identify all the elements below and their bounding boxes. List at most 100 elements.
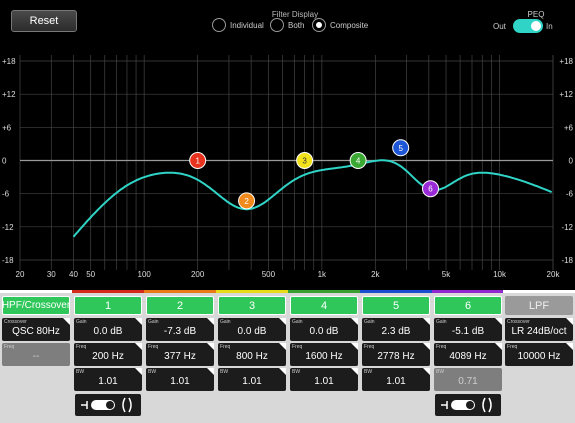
- peq-toggle[interactable]: [513, 19, 543, 33]
- band-node-label: 5: [398, 144, 403, 153]
- freq-value: 2778 Hz: [377, 351, 415, 362]
- lpf-freq-label: Freq: [507, 344, 518, 350]
- lpf-crossover-control[interactable]: Crossover LR 24dB/oct: [505, 318, 573, 341]
- y-tick-label-left: -18: [2, 256, 14, 265]
- hpf-crossover-value: QSC 80Hz: [12, 326, 60, 337]
- band-node-label: 4: [356, 157, 361, 166]
- shelf-filter-icon: [441, 397, 492, 413]
- band3-color-bar: [216, 290, 288, 293]
- hpf-crossover-control[interactable]: Crossover QSC 80Hz: [2, 318, 70, 341]
- band-controls-panel: HPF/Crossover Crossover QSC 80Hz Freq --…: [0, 290, 575, 423]
- lpf-color-bar: [503, 290, 575, 293]
- freq-label: Freq: [148, 344, 159, 350]
- corner-indicator-icon: [351, 343, 358, 350]
- band-1-gain-control[interactable]: Gain 0.0 dB: [74, 318, 142, 341]
- band-2-bw-control[interactable]: BW 1.01: [146, 368, 214, 391]
- corner-indicator-icon: [423, 318, 430, 325]
- top-bar: Reset Filter Display Individual Both Com…: [0, 0, 575, 40]
- corner-indicator-icon: [135, 368, 142, 375]
- both-label: Both: [288, 21, 305, 30]
- band-6-header-button[interactable]: 6: [434, 296, 502, 315]
- hpf-freq-control[interactable]: Freq --: [2, 343, 70, 366]
- y-tick-label-left: 0: [2, 157, 7, 166]
- freq-value: 800 Hz: [236, 351, 268, 362]
- freq-label: Freq: [292, 344, 303, 350]
- bw-value: 1.01: [314, 376, 334, 387]
- band-3-gain-control[interactable]: Gain 0.0 dB: [218, 318, 286, 341]
- both-radio[interactable]: [270, 18, 284, 32]
- bw-label: BW: [148, 369, 157, 375]
- band-3-freq-control[interactable]: Freq 800 Hz: [218, 343, 286, 366]
- y-tick-label-right: -18: [561, 256, 573, 265]
- corner-indicator-icon: [279, 343, 286, 350]
- band-4-freq-control[interactable]: Freq 1600 Hz: [290, 343, 358, 366]
- band-2-gain-control[interactable]: Gain -7.3 dB: [146, 318, 214, 341]
- corner-indicator-icon: [351, 318, 358, 325]
- bw-value: 1.01: [242, 376, 262, 387]
- bw-value: 0.71: [458, 376, 478, 387]
- band-3-bw-control[interactable]: BW 1.01: [218, 368, 286, 391]
- y-tick-label-left: +6: [2, 123, 12, 132]
- freq-value: 200 Hz: [92, 351, 124, 362]
- y-tick-label-right: 0: [569, 157, 574, 166]
- lpf-header-button[interactable]: LPF: [505, 296, 573, 315]
- gain-value: 0.0 dB: [93, 326, 123, 337]
- freq-label: Freq: [364, 344, 375, 350]
- corner-indicator-icon: [495, 343, 502, 350]
- lpf-crossover-label: Crossover: [507, 319, 530, 325]
- corner-indicator-icon: [279, 368, 286, 375]
- composite-radio[interactable]: [312, 18, 326, 32]
- band-4-bw-control[interactable]: BW 1.01: [290, 368, 358, 391]
- band-6-freq-control[interactable]: Freq 4089 Hz: [434, 343, 502, 366]
- band-1-bw-control[interactable]: BW 1.01: [74, 368, 142, 391]
- y-tick-label-left: +12: [2, 90, 16, 99]
- freq-label: Freq: [76, 344, 87, 350]
- eq-graph[interactable]: +18 +18+12 +12+6 +60 0-6 -6-12 -12-18 -1820 30 40…: [0, 40, 575, 290]
- hpf-freq-value: --: [32, 351, 40, 362]
- band-5-gain-control[interactable]: Gain 2.3 dB: [362, 318, 430, 341]
- band4-color-bar: [288, 290, 360, 293]
- x-tick-label: 20k: [547, 270, 561, 279]
- band5-color-bar: [360, 290, 432, 293]
- band-3-header-button[interactable]: 3: [218, 296, 286, 315]
- band-6-shelf-toggle[interactable]: [435, 394, 501, 416]
- individual-label: Individual: [230, 21, 264, 30]
- gain-value: 0.0 dB: [237, 326, 267, 337]
- corner-indicator-icon: [566, 318, 573, 325]
- band-6-bw-control[interactable]: BW 0.71: [434, 368, 502, 391]
- x-tick-label: 40: [69, 270, 78, 279]
- reset-button[interactable]: Reset: [11, 10, 77, 32]
- x-tick-label: 30: [47, 270, 56, 279]
- hpf-header-button[interactable]: HPF/Crossover: [2, 296, 70, 315]
- y-tick-label-right: +6: [564, 123, 574, 132]
- band-5-bw-control[interactable]: BW 1.01: [362, 368, 430, 391]
- corner-indicator-icon: [423, 343, 430, 350]
- band-5-freq-control[interactable]: Freq 2778 Hz: [362, 343, 430, 366]
- band-4-header-button[interactable]: 4: [290, 296, 358, 315]
- lpf-freq-control[interactable]: Freq 10000 Hz: [505, 343, 573, 366]
- band-6-gain-control[interactable]: Gain -5.1 dB: [434, 318, 502, 341]
- individual-radio[interactable]: [212, 18, 226, 32]
- band-1-shelf-toggle[interactable]: [75, 394, 141, 416]
- gain-label: Gain: [76, 319, 87, 325]
- band-node-label: 6: [428, 185, 433, 194]
- freq-label: Freq: [220, 344, 231, 350]
- gain-value: -7.3 dB: [163, 326, 197, 337]
- shelf-filter-icon: [81, 397, 132, 413]
- band-1-freq-control[interactable]: Freq 200 Hz: [74, 343, 142, 366]
- x-tick-label: 50: [86, 270, 95, 279]
- gain-label: Gain: [220, 319, 231, 325]
- x-tick-label: 200: [191, 270, 205, 279]
- band-5-header-button[interactable]: 5: [362, 296, 430, 315]
- band-2-header-button[interactable]: 2: [146, 296, 214, 315]
- freq-value: 377 Hz: [164, 351, 196, 362]
- band-node-label: 3: [302, 157, 307, 166]
- corner-indicator-icon: [135, 318, 142, 325]
- gain-label: Gain: [292, 319, 303, 325]
- y-tick-label-right: -6: [566, 190, 574, 199]
- filter-display-title: Filter Display: [271, 10, 319, 19]
- band-4-gain-control[interactable]: Gain 0.0 dB: [290, 318, 358, 341]
- band-1-header-button[interactable]: 1: [74, 296, 142, 315]
- corner-indicator-icon: [351, 368, 358, 375]
- band-2-freq-control[interactable]: Freq 377 Hz: [146, 343, 214, 366]
